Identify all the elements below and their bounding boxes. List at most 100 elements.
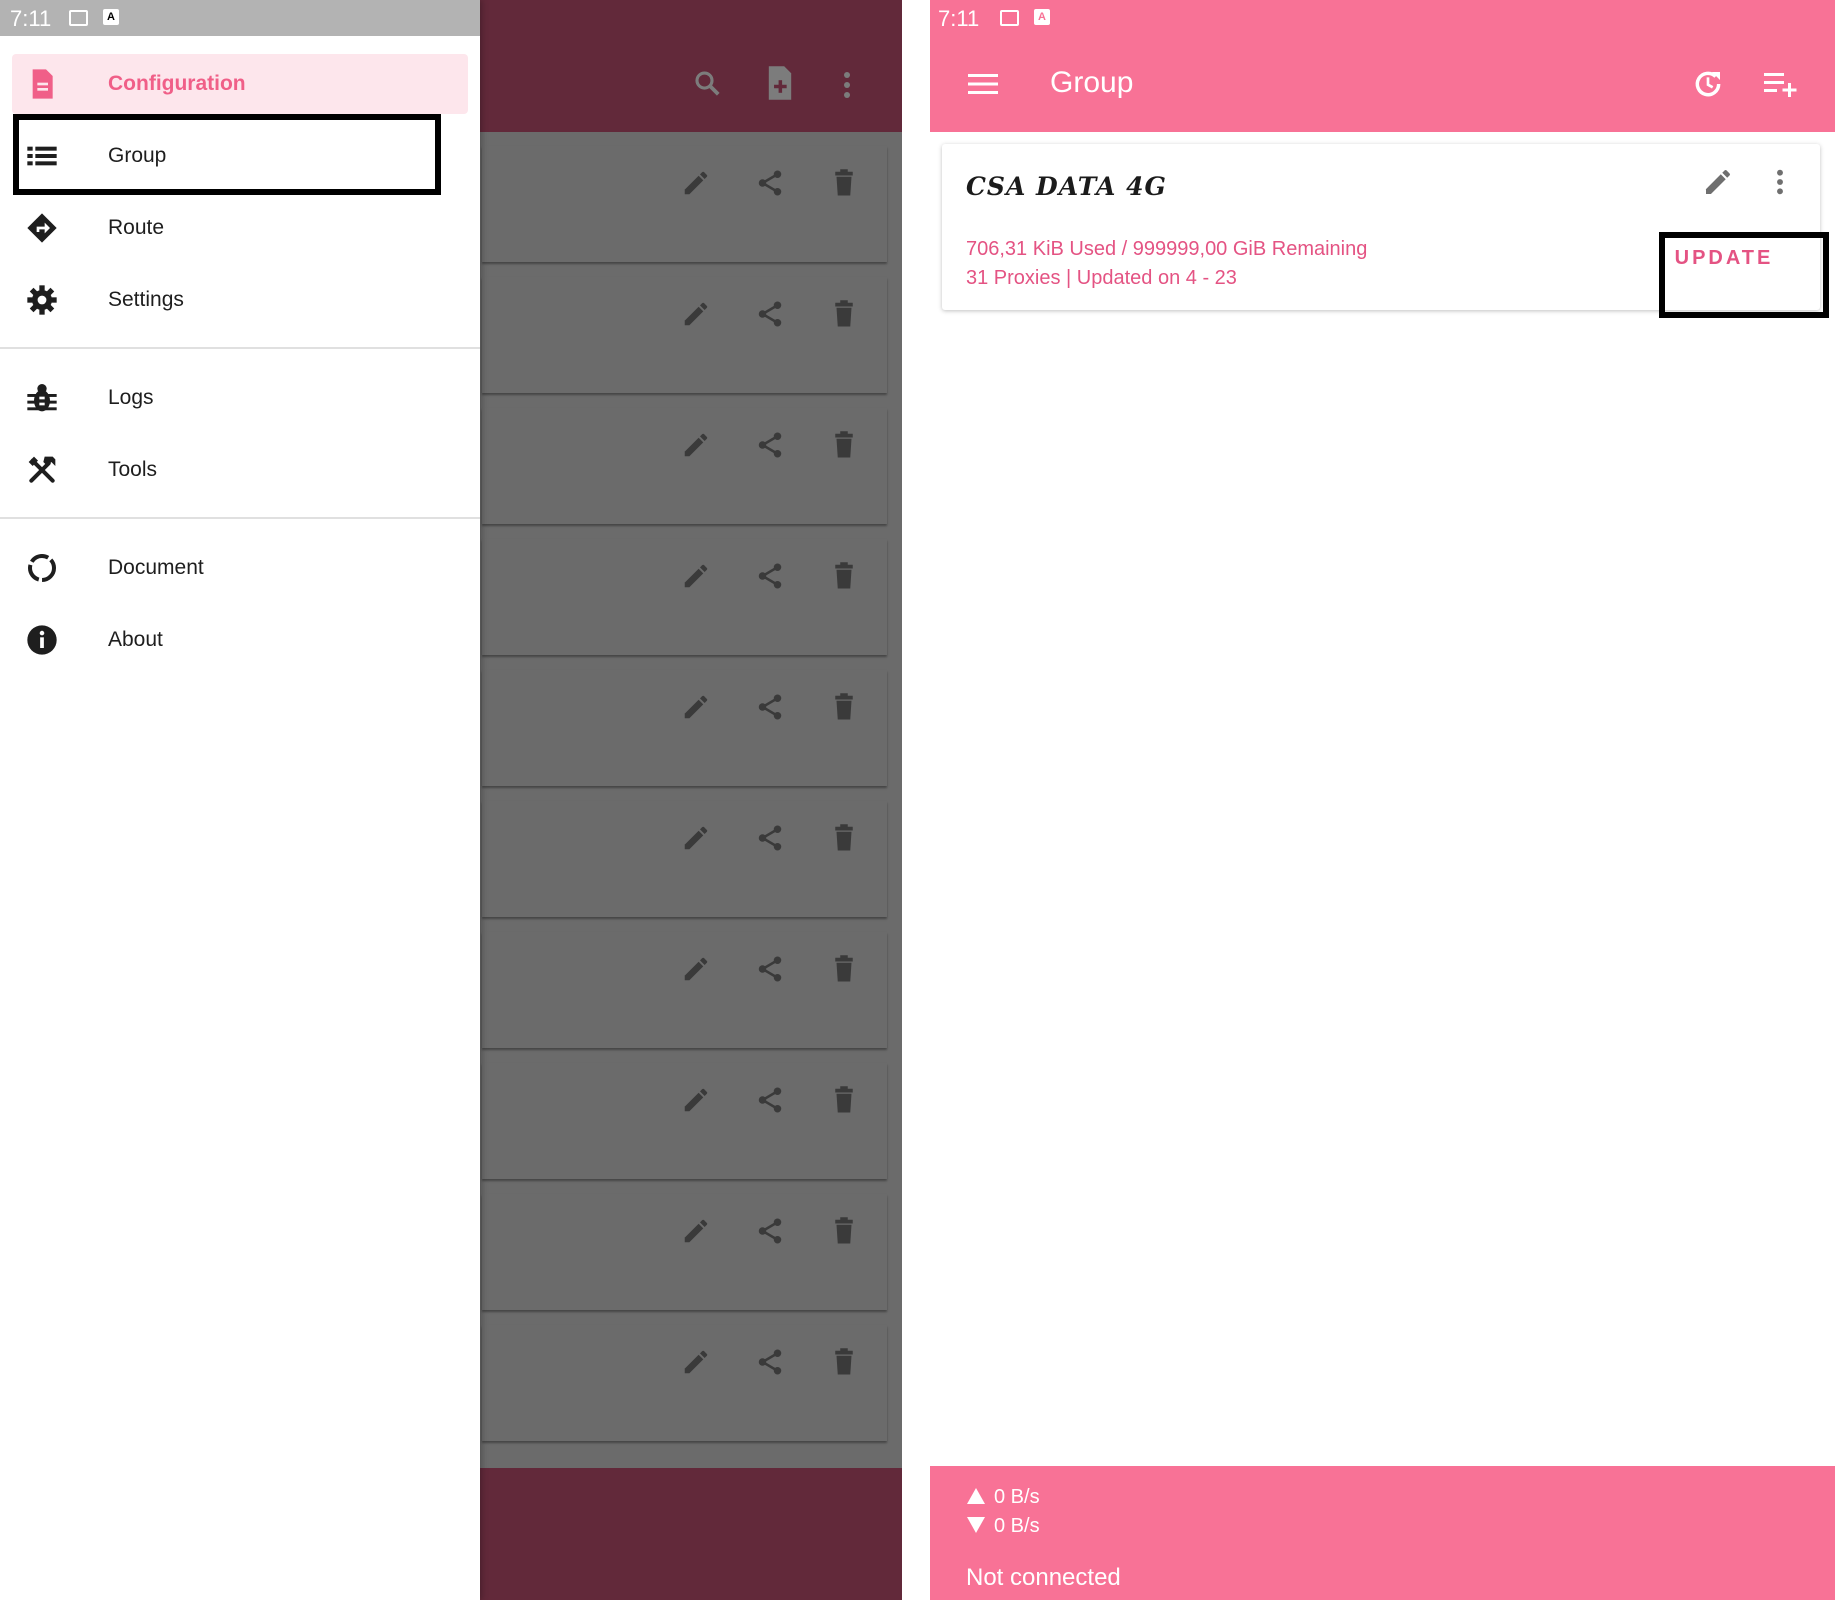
share-icon: [753, 559, 787, 593]
drawer-item-label: Route: [108, 216, 165, 239]
drawer-divider: [0, 347, 480, 349]
delete-icon: [827, 297, 861, 331]
drawer-item-about[interactable]: About: [12, 610, 468, 670]
drawer-item-configuration[interactable]: Configuration: [12, 54, 468, 114]
left-screen: 7:11 A Configuration Group Route Setting…: [0, 0, 902, 1600]
drawer-item-document[interactable]: Document: [12, 538, 468, 598]
info-icon: [26, 624, 58, 656]
background-toolbar: [480, 0, 902, 132]
status-time: 7:11: [938, 6, 980, 31]
card-action-row: [679, 559, 861, 593]
delete-icon: [827, 428, 861, 462]
usage-text: 706,31 KiB Used / 999999,00 GiB Remainin…: [966, 238, 1368, 260]
drawer-item-label: Settings: [108, 288, 184, 311]
upload-speed-value: 0 B/s: [994, 1486, 1040, 1508]
background-config-card: [482, 146, 887, 262]
arrow-up-icon: [967, 1488, 985, 1504]
refresh-icon[interactable]: [1692, 68, 1724, 100]
download-speed-value: 0 B/s: [994, 1515, 1040, 1537]
drawer-item-label: Document: [108, 556, 204, 579]
background-config-card: [482, 539, 887, 655]
edit-icon: [679, 166, 713, 200]
background-config-card: [482, 408, 887, 524]
connection-footer[interactable]: 0 B/s 0 B/s Not connected: [930, 1466, 1835, 1600]
menu-icon[interactable]: [968, 72, 998, 96]
background-config-card: [482, 277, 887, 393]
share-icon: [753, 428, 787, 462]
drawer-item-route[interactable]: Route: [12, 198, 468, 258]
drawer-item-label: Configuration: [108, 72, 246, 95]
background-config-card: [482, 932, 887, 1048]
share-icon: [753, 297, 787, 331]
share-icon: [753, 1214, 787, 1248]
drawer-item-tools[interactable]: Tools: [12, 440, 468, 500]
drawer-item-settings[interactable]: Settings: [12, 270, 468, 330]
delete-icon: [827, 166, 861, 200]
tools-icon: [26, 454, 58, 486]
edit-icon: [679, 690, 713, 724]
page-title: Group: [1050, 66, 1134, 99]
edit-icon: [679, 428, 713, 462]
details-text: 31 Proxies | Updated on 4 - 23: [966, 267, 1237, 289]
edit-icon: [679, 821, 713, 855]
edit-icon: [679, 1083, 713, 1117]
delete-icon: [827, 690, 861, 724]
document-icon: [26, 68, 58, 100]
group-name: CSA DATA 4G: [966, 172, 1167, 201]
background-config-card: [482, 670, 887, 786]
card-action-row: [679, 1214, 861, 1248]
arrow-down-icon: [967, 1517, 985, 1533]
right-screen: 7:11 A Group CSA DATA 4G 706,31 KiB Used…: [930, 0, 1835, 1600]
drawer-item-logs[interactable]: Logs: [12, 368, 468, 428]
highlight-box-update: [1659, 232, 1829, 318]
highlight-box-group: [13, 114, 441, 195]
card-action-row: [679, 428, 861, 462]
background-config-card: [482, 1063, 887, 1179]
search-icon: [692, 68, 722, 98]
status-bar: 7:11 A: [0, 0, 480, 36]
share-icon: [753, 952, 787, 986]
delete-icon: [827, 1083, 861, 1117]
circle-progress-icon: [26, 552, 58, 584]
background-config-card: [482, 801, 887, 917]
edit-icon: [679, 952, 713, 986]
edit-icon: [679, 1214, 713, 1248]
edit-icon[interactable]: [1702, 166, 1734, 198]
background-config-card: [482, 1194, 887, 1310]
edit-icon: [679, 1345, 713, 1379]
delete-icon: [827, 952, 861, 986]
edit-icon: [679, 559, 713, 593]
bug-icon: [26, 382, 58, 414]
share-icon: [753, 690, 787, 724]
delete-icon: [827, 1214, 861, 1248]
background-config-card: [482, 1325, 887, 1441]
add-file-icon: [766, 66, 794, 100]
share-icon: [753, 1083, 787, 1117]
navigation-drawer: 7:11 A Configuration Group Route Setting…: [0, 0, 480, 1600]
image-icon: [69, 10, 88, 26]
route-icon: [26, 212, 58, 244]
more-vert-icon[interactable]: [1772, 166, 1788, 198]
drawer-item-label: About: [108, 628, 163, 651]
image-icon: [1000, 10, 1019, 26]
drawer-divider: [0, 517, 480, 519]
card-action-row: [679, 1083, 861, 1117]
keyboard-a-icon: A: [1034, 9, 1050, 25]
more-vert-icon: [842, 70, 852, 100]
drawer-item-label: Tools: [108, 458, 158, 481]
drawer-item-label: Logs: [108, 386, 154, 409]
gear-icon: [26, 284, 58, 316]
status-time: 7:11: [10, 6, 52, 31]
card-action-row: [679, 297, 861, 331]
delete-icon: [827, 821, 861, 855]
upload-speed: 0 B/s: [966, 1486, 1040, 1509]
background-bottom-bar: [480, 1468, 902, 1600]
keyboard-a-icon: A: [103, 9, 119, 25]
delete-icon: [827, 559, 861, 593]
card-action-row: [679, 166, 861, 200]
card-action-row: [679, 1345, 861, 1379]
delete-icon: [827, 1345, 861, 1379]
playlist-add-icon[interactable]: [1764, 70, 1798, 98]
share-icon: [753, 166, 787, 200]
connection-status: Not connected: [966, 1564, 1121, 1591]
